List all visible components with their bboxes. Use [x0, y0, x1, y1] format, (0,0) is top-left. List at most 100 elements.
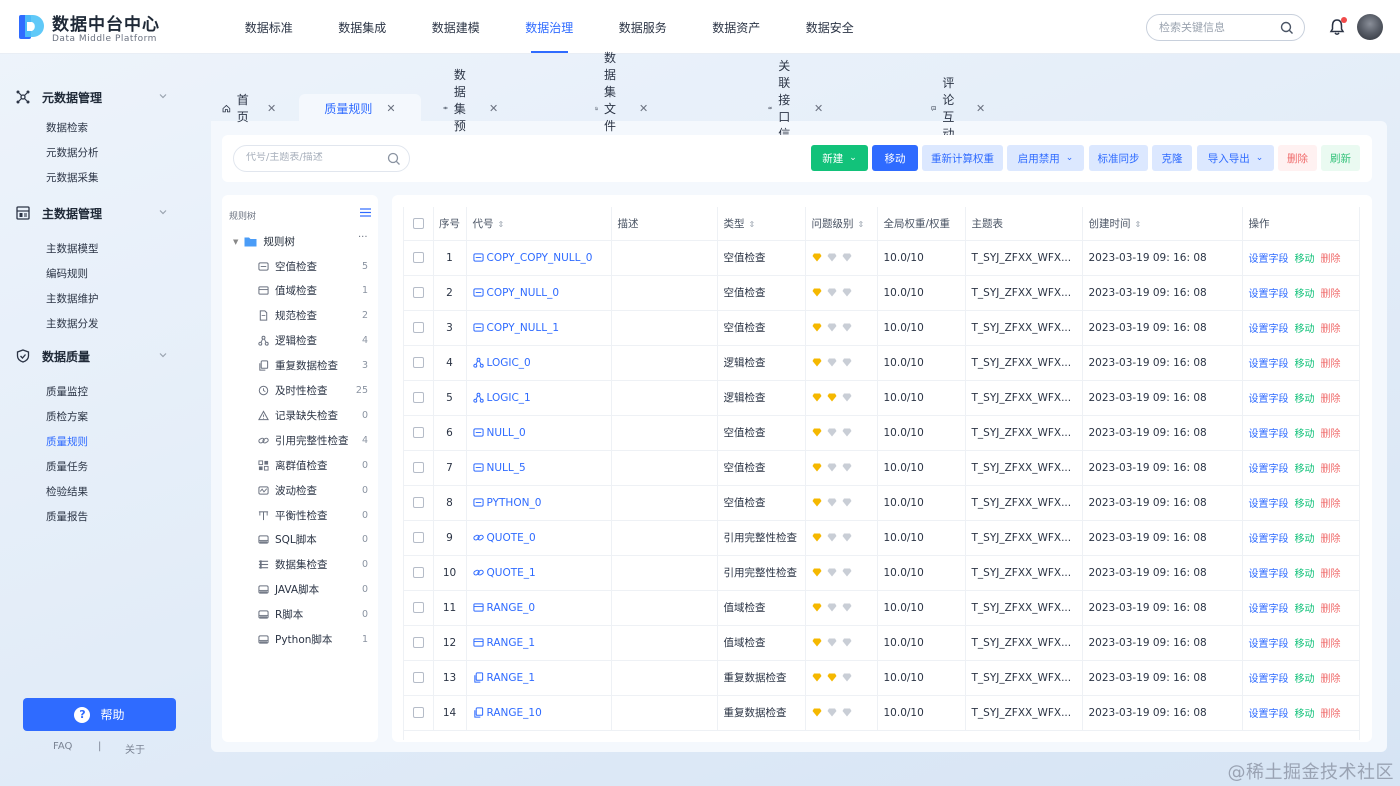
sidebar-item-master-data-distribution[interactable]: 主数据分发: [46, 316, 99, 331]
col-header-created[interactable]: 创建时间 ⇕: [1082, 207, 1243, 241]
table-row[interactable]: 11 RANGE_0 值域检查 10.0/10 T_SYJ_ZFXX_WFX... 202…: [404, 590, 1359, 626]
sidebar-item-inspection-results[interactable]: 检验结果: [46, 484, 88, 499]
tree-item[interactable]: 记录缺失检查 0: [258, 406, 370, 424]
delete-link[interactable]: 删除: [1321, 674, 1341, 685]
table-row[interactable]: 6 NULL_0 空值检查 10.0/10 T_SYJ_ZFXX_WFX... 2023-…: [404, 415, 1359, 451]
row-checkbox[interactable]: [412, 602, 424, 613]
move-link[interactable]: 移动: [1295, 254, 1315, 265]
sidebar-item-metadata-collection[interactable]: 元数据采集: [46, 170, 99, 185]
set-field-link[interactable]: 设置字段: [1249, 289, 1289, 300]
delete-link[interactable]: 删除: [1321, 569, 1341, 580]
delete-link[interactable]: 删除: [1321, 464, 1341, 475]
tab-quality-rules[interactable]: 质量规则 ✕: [299, 94, 421, 122]
sort-icon[interactable]: ⇕: [1135, 220, 1142, 229]
delete-link[interactable]: 删除: [1321, 359, 1341, 370]
row-checkbox[interactable]: [412, 462, 424, 473]
sidebar-item-quality-report[interactable]: 质量报告: [46, 509, 88, 524]
tab-home[interactable]: 首页 ✕: [222, 93, 276, 124]
search-icon[interactable]: [387, 152, 401, 166]
delete-link[interactable]: 删除: [1321, 604, 1341, 615]
nav-item-data-integration[interactable]: 数据集成: [316, 0, 410, 54]
delete-link[interactable]: 删除: [1321, 254, 1341, 265]
rule-code-link[interactable]: QUOTE_1: [472, 567, 611, 579]
close-icon[interactable]: ✕: [489, 102, 498, 115]
rule-tree-root[interactable]: ▼ 规则树: [233, 234, 295, 249]
delete-link[interactable]: 删除: [1321, 429, 1341, 440]
tree-item[interactable]: 逻辑检查 4: [258, 332, 370, 350]
rule-code-link[interactable]: NULL_5: [472, 462, 611, 474]
nav-item-data-service[interactable]: 数据服务: [596, 0, 690, 54]
table-row[interactable]: 2 COPY_NULL_0 空值检查 10.0/10 T_SYJ_ZFXX_WFX...…: [404, 275, 1359, 311]
nav-item-data-security[interactable]: 数据安全: [783, 0, 877, 54]
rule-code-link[interactable]: COPY_NULL_1: [472, 322, 611, 334]
delete-link[interactable]: 删除: [1321, 639, 1341, 650]
enable-disable-button[interactable]: 启用禁用 ⌄: [1007, 145, 1084, 171]
table-row[interactable]: 13 RANGE_1 重复数据检查 10.0/10 T_SYJ_ZFXX_WFX... 2…: [404, 660, 1359, 696]
move-button[interactable]: 移动: [872, 145, 918, 171]
col-header-level[interactable]: 问题级别 ⇕: [805, 207, 878, 241]
close-icon[interactable]: ✕: [814, 102, 823, 115]
nav-item-data-modeling[interactable]: 数据建模: [409, 0, 503, 54]
rule-code-link[interactable]: QUOTE_0: [472, 532, 611, 544]
row-checkbox[interactable]: [412, 427, 424, 438]
sort-icon[interactable]: ⇕: [858, 220, 865, 229]
move-link[interactable]: 移动: [1295, 324, 1315, 335]
user-avatar[interactable]: [1357, 14, 1383, 40]
checkbox[interactable]: [412, 217, 424, 229]
new-button[interactable]: 新建 ⌄: [811, 145, 868, 171]
row-checkbox[interactable]: [412, 252, 424, 263]
move-link[interactable]: 移动: [1295, 499, 1315, 510]
nav-item-data-standard[interactable]: 数据标准: [222, 0, 316, 54]
tab-dataset-files[interactable]: 数据集文件列表 ✕: [595, 51, 648, 167]
tree-item[interactable]: Python脚本 1: [258, 631, 370, 649]
tree-item[interactable]: SQL脚本 0: [258, 531, 370, 549]
tab-comments[interactable]: 评论互动 ✕: [931, 76, 985, 141]
tree-item[interactable]: 波动检查 0: [258, 481, 370, 499]
delete-link[interactable]: 删除: [1321, 534, 1341, 545]
tree-item[interactable]: JAVA脚本 0: [258, 581, 370, 599]
col-header-type[interactable]: 类型 ⇕: [717, 207, 806, 241]
tab-related-api[interactable]: 关联接口信息 ✕: [768, 59, 823, 158]
refresh-button[interactable]: 刷新: [1321, 145, 1360, 171]
move-link[interactable]: 移动: [1295, 639, 1315, 650]
select-all-checkbox[interactable]: [404, 207, 434, 241]
sidebar-item-quality-monitor[interactable]: 质量监控: [46, 384, 88, 399]
rule-code-link[interactable]: LOGIC_0: [472, 357, 611, 369]
global-search-input[interactable]: [1159, 21, 1279, 34]
tab-dataset-preview[interactable]: 数据集预览 ✕: [443, 68, 498, 150]
rule-code-link[interactable]: RANGE_1: [473, 672, 611, 684]
faq-link[interactable]: FAQ: [53, 741, 72, 752]
set-field-link[interactable]: 设置字段: [1249, 569, 1289, 580]
tree-item[interactable]: 引用完整性检查 4: [258, 431, 370, 449]
tree-item[interactable]: 离群值检查 0: [258, 456, 370, 474]
tree-item[interactable]: 平衡性检查 0: [258, 506, 370, 524]
close-icon[interactable]: ✕: [976, 102, 985, 115]
sidebar-item-data-search[interactable]: 数据检索: [46, 120, 88, 135]
sidebar-item-quality-rules[interactable]: 质量规则: [46, 434, 88, 449]
help-button[interactable]: ? 帮助: [23, 698, 176, 731]
rule-code-link[interactable]: RANGE_1: [472, 637, 611, 649]
row-checkbox[interactable]: [412, 637, 424, 648]
set-field-link[interactable]: 设置字段: [1249, 534, 1289, 545]
rule-code-link[interactable]: RANGE_0: [472, 602, 611, 614]
move-link[interactable]: 移动: [1295, 464, 1315, 475]
sidebar-item-inspection-plan[interactable]: 质检方案: [46, 409, 88, 424]
sort-icon[interactable]: ⇕: [749, 220, 756, 229]
col-header-code[interactable]: 代号 ⇕: [466, 207, 612, 241]
clone-button[interactable]: 克隆: [1152, 145, 1192, 171]
about-link[interactable]: 关于: [125, 741, 145, 756]
tree-item[interactable]: 规范检查 2: [258, 307, 370, 325]
table-row[interactable]: 3 COPY_NULL_1 空值检查 10.0/10 T_SYJ_ZFXX_WFX...…: [404, 310, 1359, 346]
rule-code-link[interactable]: RANGE_10: [473, 707, 611, 719]
move-link[interactable]: 移动: [1295, 569, 1315, 580]
table-row[interactable]: 12 RANGE_1 值域检查 10.0/10 T_SYJ_ZFXX_WFX... 202…: [404, 625, 1359, 661]
sidebar-section-metadata[interactable]: 元数据管理: [16, 86, 184, 108]
set-field-link[interactable]: 设置字段: [1249, 359, 1289, 370]
rule-code-link[interactable]: COPY_COPY_NULL_0: [472, 252, 611, 264]
close-icon[interactable]: ✕: [386, 102, 395, 115]
move-link[interactable]: 移动: [1295, 534, 1315, 545]
more-icon[interactable]: ···: [358, 232, 368, 243]
row-checkbox[interactable]: [412, 567, 424, 578]
sidebar-item-master-data-model[interactable]: 主数据模型: [46, 241, 99, 256]
move-link[interactable]: 移动: [1295, 394, 1315, 405]
